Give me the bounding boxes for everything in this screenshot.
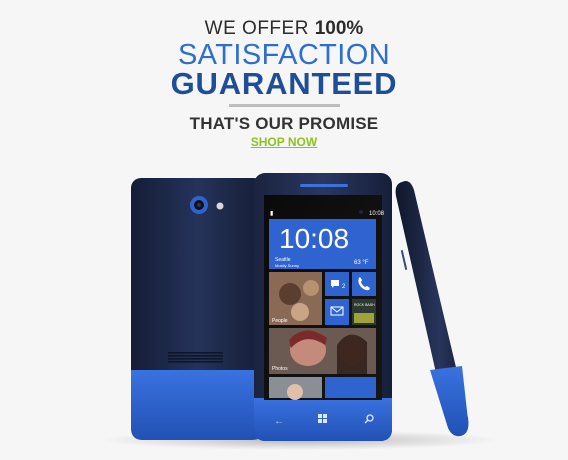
app-tile[interactable] — [325, 377, 376, 398]
weather-temp: 63 °F — [354, 260, 369, 266]
back-phone — [131, 178, 264, 440]
photos-label: Photos — [272, 366, 288, 372]
back-icon[interactable]: ← — [274, 416, 284, 427]
side-phone — [395, 181, 469, 437]
weather-desc: Mostly Sunny — [275, 263, 299, 268]
svg-text:▮: ▮ — [270, 211, 273, 217]
flash-dot — [216, 202, 224, 210]
phones-illustration: ▮ 10:08 10:08 Seattle Mostly Sunny 63 °F… — [100, 173, 500, 450]
promo-banner: WE OFFER 100% SATISFACTION GUARANTEED TH… — [0, 0, 568, 460]
phone-tile[interactable] — [352, 272, 376, 296]
front-phone: ▮ 10:08 10:08 Seattle Mostly Sunny 63 °F… — [254, 173, 392, 441]
clock-time: 10:08 — [279, 223, 349, 254]
concert-caption: ROCK BASH — [354, 303, 375, 307]
status-time: 10:08 — [369, 211, 385, 217]
people-label: People — [272, 318, 288, 324]
